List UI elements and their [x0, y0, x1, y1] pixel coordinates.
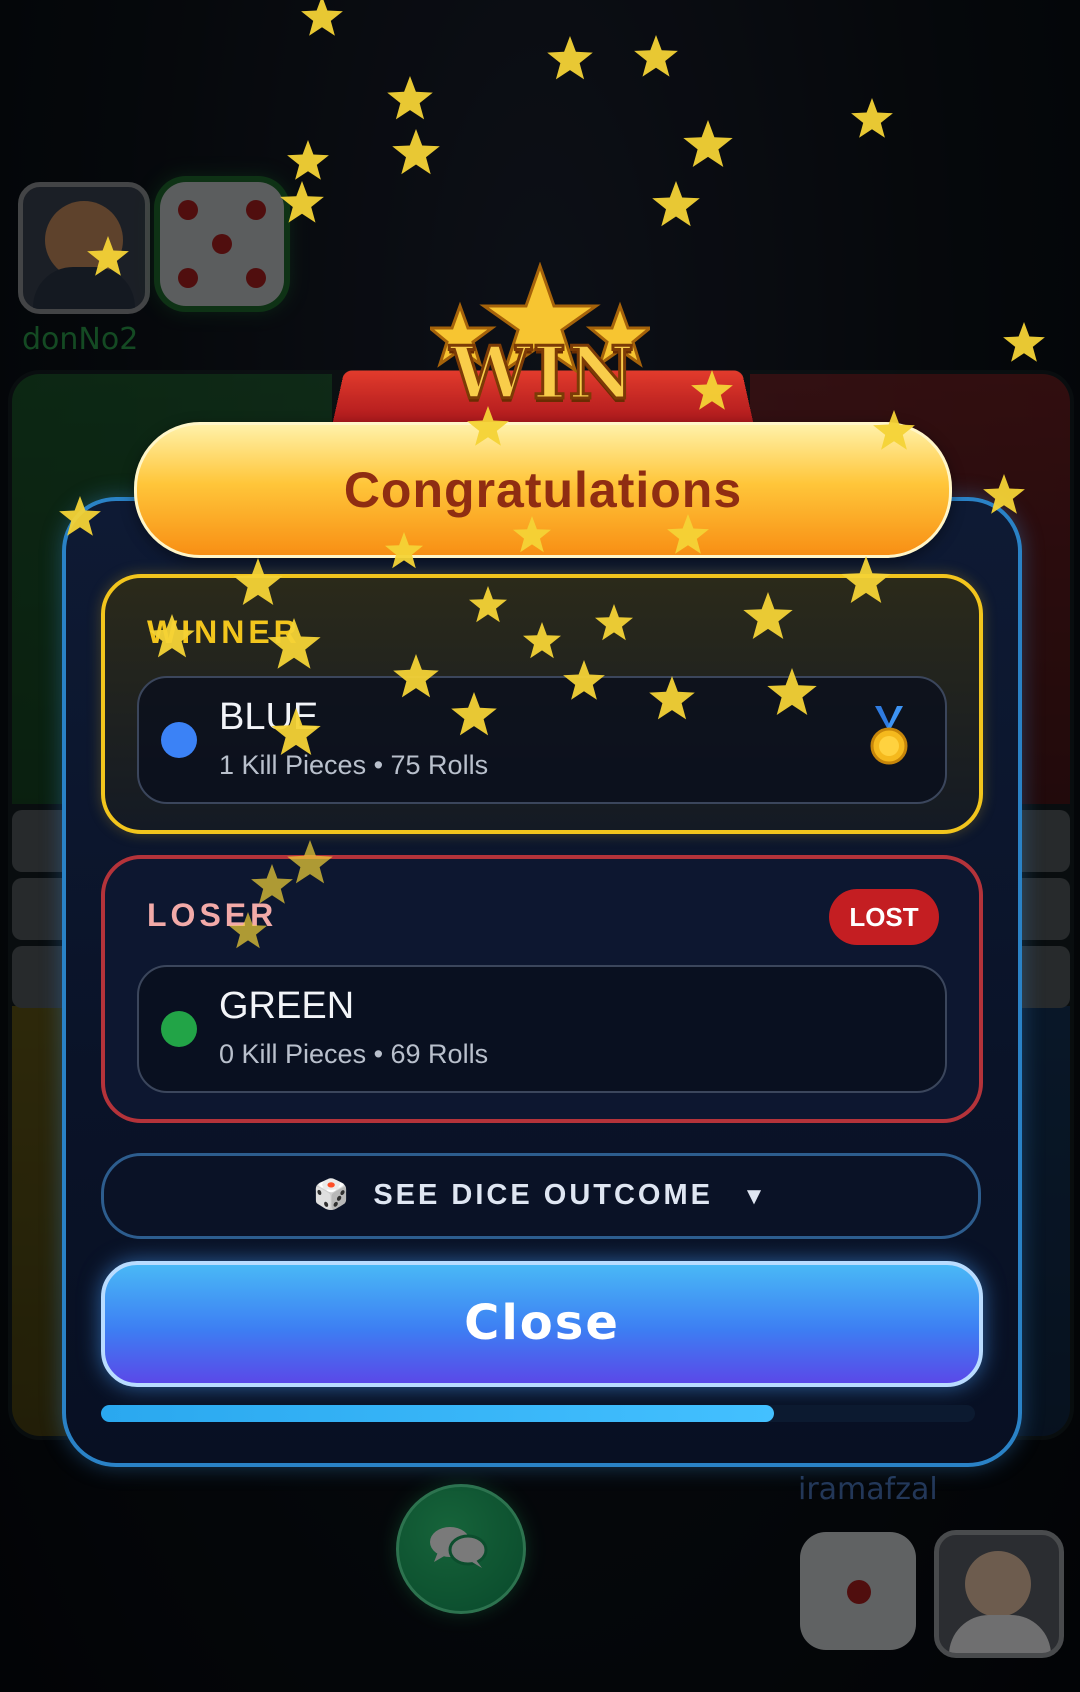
- win-banner-text: WIN: [448, 329, 637, 417]
- dice-outcome-content: 🎲 SEE DICE OUTCOME ▼: [104, 1178, 978, 1212]
- winner-color-name: BLUE: [219, 696, 319, 738]
- dice-icon: 🎲: [313, 1179, 353, 1211]
- lost-badge: LOST: [829, 889, 939, 945]
- loser-label: LOSER: [147, 897, 278, 933]
- auto-close-progress: [101, 1405, 975, 1422]
- title-banner: Congratulations: [134, 422, 952, 558]
- winner-card: WINNER BLUE 1 Kill Pieces • 75 Rolls: [101, 574, 983, 834]
- auto-close-progress-fill: [101, 1405, 774, 1422]
- close-button[interactable]: Close: [101, 1261, 983, 1387]
- winner-stats: 1 Kill Pieces • 75 Rolls: [219, 750, 489, 780]
- loser-color-name: GREEN: [219, 985, 355, 1027]
- winner-label: WINNER: [147, 614, 301, 650]
- gold-medal-icon: [870, 706, 908, 765]
- loser-stats: 0 Kill Pieces • 69 Rolls: [219, 1039, 489, 1069]
- loser-card: LOSER LOST GREEN 0 Kill Pieces • 69 Roll…: [101, 855, 983, 1123]
- modal-title: Congratulations: [343, 462, 743, 518]
- close-button-label: Close: [464, 1295, 620, 1351]
- player-color-dot: [161, 1011, 197, 1047]
- dice-outcome-label: SEE DICE OUTCOME: [373, 1179, 713, 1211]
- winner-row: BLUE 1 Kill Pieces • 75 Rolls: [137, 676, 947, 804]
- chevron-down-icon: ▼: [742, 1183, 769, 1210]
- loser-row: GREEN 0 Kill Pieces • 69 Rolls: [137, 965, 947, 1093]
- player-color-dot: [161, 722, 197, 758]
- see-dice-outcome-button[interactable]: 🎲 SEE DICE OUTCOME ▼: [101, 1153, 981, 1239]
